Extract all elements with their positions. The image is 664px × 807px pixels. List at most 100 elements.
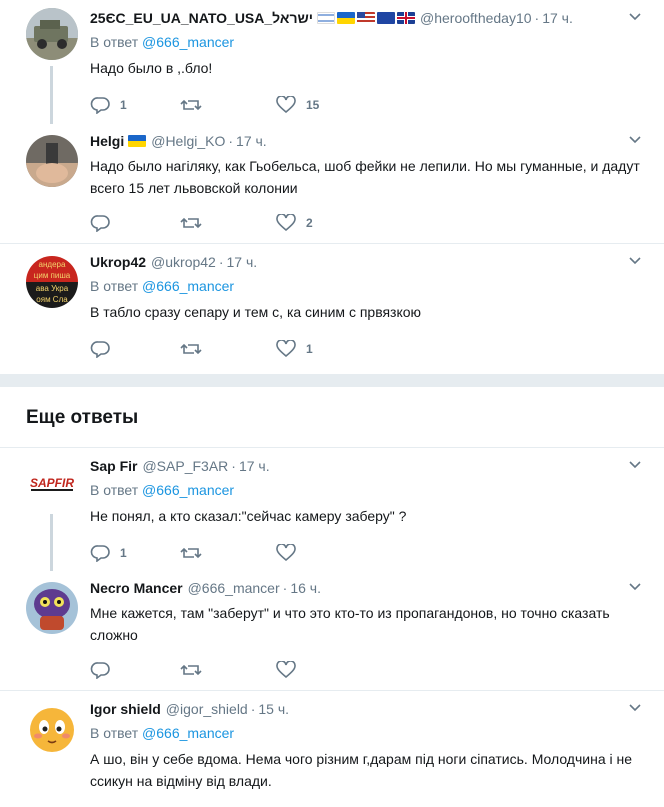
chevron-down-icon[interactable]	[628, 10, 642, 24]
avatar[interactable]	[26, 135, 78, 187]
reply-to-label: В ответ	[90, 34, 139, 50]
display-name[interactable]: Helgi	[90, 133, 124, 149]
reply-to-user-link[interactable]: @666_mancer	[142, 34, 234, 50]
timestamp[interactable]: 15 ч.	[258, 701, 289, 717]
user-handle[interactable]: @herooftheday10	[420, 10, 532, 26]
user-handle[interactable]: @igor_shield	[166, 701, 248, 717]
chevron-down-icon[interactable]	[628, 701, 642, 715]
chevron-down-icon[interactable]	[628, 458, 642, 472]
avatar[interactable]: SAPFIR	[26, 456, 78, 508]
retweet-button[interactable]	[180, 544, 276, 562]
hand-lighter-avatar-image	[26, 135, 78, 187]
military-vehicle-avatar-image	[26, 8, 78, 60]
avatar[interactable]: андера цим пиша ава Укра оям Сла	[26, 256, 78, 308]
section-divider	[0, 375, 664, 387]
like-button[interactable]	[276, 661, 366, 679]
reply-count: 1	[120, 98, 127, 112]
chevron-down-icon[interactable]	[628, 133, 642, 147]
display-name[interactable]: Ukrop42	[90, 254, 146, 270]
user-handle[interactable]: @Helgi_KO	[151, 133, 225, 149]
tweet-actions: 1	[90, 339, 648, 359]
ukraine-flag-icon	[128, 135, 147, 147]
thread-top: 25ЄС_EU_UA_NATO_USA_ישראל @herooftheday1…	[0, 0, 664, 375]
avatar[interactable]	[26, 8, 78, 60]
retweet-button[interactable]	[180, 340, 276, 358]
timestamp[interactable]: 17 ч.	[239, 458, 270, 474]
retweet-icon	[180, 547, 202, 559]
reply-to: В ответ @666_mancer	[90, 34, 648, 52]
retweet-icon	[180, 343, 202, 355]
tweet[interactable]: 25ЄС_EU_UA_NATO_USA_ישראל @herooftheday1…	[0, 0, 664, 124]
user-handle[interactable]: @666_mancer	[188, 580, 280, 596]
retweet-icon	[180, 217, 202, 229]
tweet[interactable]: Necro Mancer @666_mancer · 16 ч. Мне каж…	[0, 570, 664, 691]
tweet-text: Не понял, а кто сказал:"сейчас камеру за…	[90, 508, 407, 524]
chevron-down-icon[interactable]	[628, 254, 642, 268]
separator-dot: ·	[228, 133, 234, 149]
section-title: Еще ответы	[0, 387, 664, 448]
like-button[interactable]: 1	[276, 340, 366, 358]
separator-dot: ·	[218, 254, 224, 270]
svg-text:цим пиша: цим пиша	[34, 271, 71, 280]
reply-button[interactable]	[90, 340, 180, 358]
reply-to-user-link[interactable]: @666_mancer	[142, 725, 234, 741]
reply-button[interactable]	[90, 214, 180, 232]
avatar[interactable]	[26, 703, 78, 755]
heart-icon	[276, 340, 296, 358]
reply-to-user-link[interactable]: @666_mancer	[142, 278, 234, 294]
reply-to-label: В ответ	[90, 725, 139, 741]
tweet-actions: 1	[90, 543, 648, 563]
sapfir-logo-avatar-image: SAPFIR	[26, 456, 78, 508]
user-handle[interactable]: @ukrop42	[151, 254, 216, 270]
reply-button[interactable]: 1	[90, 544, 180, 562]
retweet-button[interactable]	[180, 96, 276, 114]
tweet[interactable]: SAPFIR Sap Fir @SAP_F3AR · 17 ч. В ответ…	[0, 448, 664, 571]
timestamp[interactable]: 17 ч.	[236, 133, 267, 149]
display-name[interactable]: Sap Fir	[90, 458, 137, 474]
reply-button[interactable]: 1	[90, 96, 180, 114]
reply-to: В ответ @666_mancer	[90, 482, 648, 500]
uk-flag-icon	[397, 12, 416, 24]
like-count: 2	[306, 216, 313, 230]
reply-to-user-link[interactable]: @666_mancer	[142, 482, 234, 498]
display-name[interactable]: 25ЄС_EU_UA_NATO_USA_ישראל	[90, 10, 313, 26]
eu-flag-icon	[377, 12, 396, 24]
heart-icon	[276, 214, 296, 232]
timestamp[interactable]: 17 ч.	[542, 10, 573, 26]
thread-line	[50, 514, 53, 571]
timestamp[interactable]: 17 ч.	[227, 254, 258, 270]
separator-dot: ·	[250, 701, 256, 717]
like-count: 1	[306, 342, 313, 356]
like-button[interactable]	[276, 544, 366, 562]
retweet-button[interactable]	[180, 214, 276, 232]
reply-icon	[90, 215, 110, 232]
display-name[interactable]: Igor shield	[90, 701, 161, 717]
tweet[interactable]: Igor shield @igor_shield · 15 ч. В ответ…	[0, 691, 664, 807]
retweet-button[interactable]	[180, 661, 276, 679]
tweet-text: В табло сразу сепару и тем с, ка синим с…	[90, 304, 422, 320]
tweet-text: Мне кажется, там "заберут" и что это кто…	[90, 605, 610, 643]
chevron-down-icon[interactable]	[628, 580, 642, 594]
retweet-icon	[180, 99, 202, 111]
separator-dot: ·	[282, 580, 288, 596]
usa-flag-icon	[357, 12, 376, 24]
reply-to-label: В ответ	[90, 278, 139, 294]
thread-line	[50, 66, 53, 124]
tweet-actions	[90, 660, 648, 680]
reply-to-label: В ответ	[90, 482, 139, 498]
timestamp[interactable]: 16 ч.	[290, 580, 321, 596]
tweet-actions: 2	[90, 213, 648, 233]
tweet[interactable]: андера цим пиша ава Укра оям Сла Ukrop42…	[0, 244, 664, 375]
retweet-icon	[180, 664, 202, 676]
emoji-face-avatar-image	[26, 703, 78, 755]
avatar[interactable]	[26, 582, 78, 634]
tweet-actions: 1 15	[90, 95, 648, 115]
like-button[interactable]: 2	[276, 214, 366, 232]
like-button[interactable]: 15	[276, 96, 366, 114]
user-handle[interactable]: @SAP_F3AR	[142, 458, 228, 474]
reply-icon	[90, 545, 110, 562]
tweet[interactable]: Helgi @Helgi_KO · 17 ч. Надо было нагiля…	[0, 123, 664, 244]
display-name[interactable]: Necro Mancer	[90, 580, 183, 596]
reply-button[interactable]	[90, 661, 180, 679]
red-black-banner-avatar-image: андера цим пиша ава Укра оям Сла	[26, 256, 78, 308]
